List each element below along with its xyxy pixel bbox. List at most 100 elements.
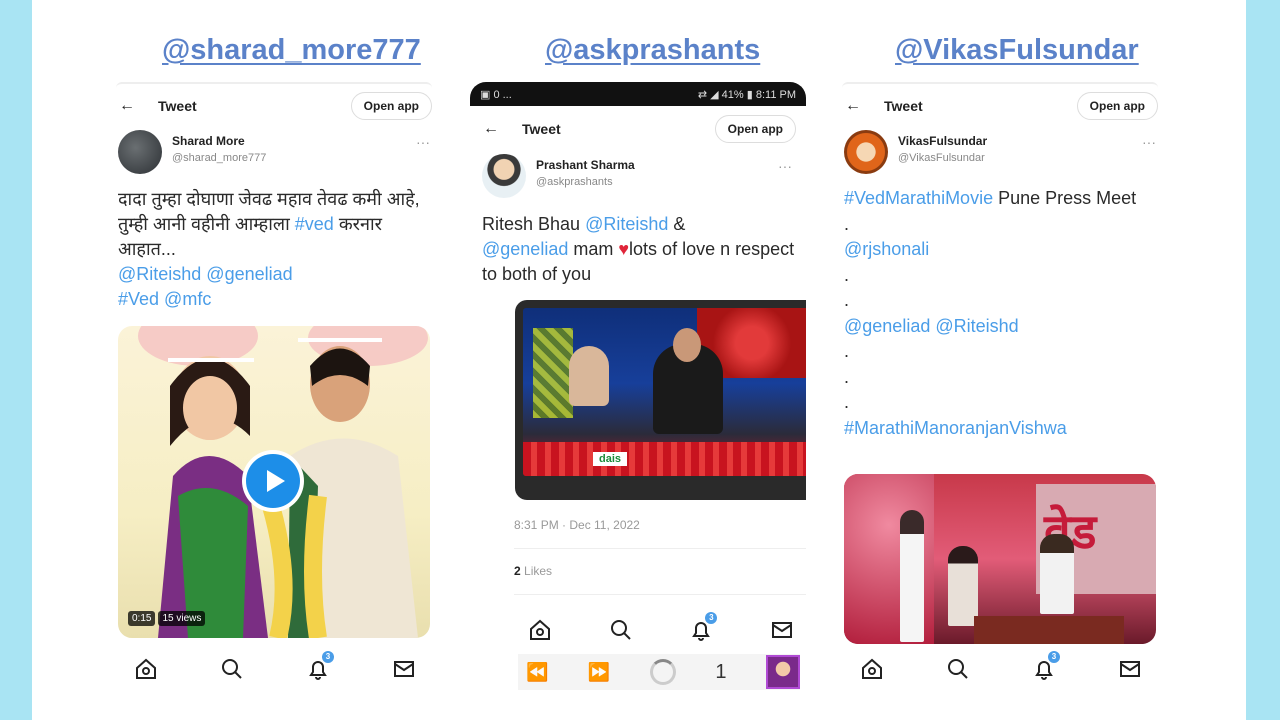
author-handle[interactable]: @VikasFulsundar — [898, 152, 987, 164]
play-button[interactable] — [242, 450, 304, 512]
tweet-photo[interactable]: dais — [515, 300, 806, 500]
back-arrow-icon[interactable]: ← — [842, 97, 864, 115]
video-thumbnail[interactable]: 0:15 15 views — [118, 326, 430, 638]
speaker-2 — [948, 546, 978, 626]
judge-1 — [569, 346, 609, 406]
dot-separator: . — [844, 392, 850, 412]
hashtag-link[interactable]: #MarathiManoranjanVishwa — [844, 418, 1067, 438]
open-app-button[interactable]: Open app — [350, 92, 432, 120]
avatar[interactable] — [118, 130, 162, 174]
fast-forward-icon[interactable]: ⏩ — [588, 662, 610, 683]
dot-separator: . — [844, 341, 850, 361]
play-icon — [246, 454, 300, 508]
tweet-text-part: & — [668, 214, 686, 234]
handle-title-1[interactable]: @sharad_more777 — [162, 34, 421, 67]
dot-separator: . — [844, 213, 850, 234]
browser-bar: ⏪ ⏩ 1 — [518, 654, 800, 690]
home-icon[interactable] — [528, 618, 552, 642]
home-icon[interactable] — [860, 657, 884, 681]
speaker-1 — [900, 510, 924, 642]
mention-link-2[interactable]: @geneliad — [482, 239, 568, 259]
notifications-nav[interactable]: 3 — [306, 651, 334, 681]
tweet-header: ← Tweet Open app — [116, 91, 432, 121]
video-duration: 0:15 — [128, 611, 156, 626]
heart-icon: ♥ — [618, 239, 630, 259]
likes-count: 2 — [514, 564, 521, 578]
open-app-button[interactable]: Open app — [1076, 92, 1158, 120]
avatar[interactable] — [482, 154, 526, 198]
header-title: Tweet — [522, 121, 561, 137]
tweet-card-3: ← Tweet Open app VikasFulsundar @VikasFu… — [842, 82, 1158, 700]
mail-icon[interactable] — [1118, 657, 1142, 681]
author-handle[interactable]: @sharad_more777 — [172, 152, 266, 164]
tweet-profile: Sharad More @sharad_more777 ··· — [118, 130, 432, 174]
author-name[interactable]: Sharad More — [172, 134, 266, 148]
tweet-photo[interactable]: वेड — [844, 474, 1156, 644]
bottom-nav: 3 — [134, 651, 416, 684]
divider — [514, 548, 806, 549]
tags-link[interactable]: #Ved @mfc — [118, 289, 211, 309]
handle-title-2[interactable]: @askprashants — [545, 34, 760, 67]
card-top-edge — [116, 82, 432, 88]
avatar[interactable] — [844, 130, 888, 174]
browser-avatar-icon[interactable] — [765, 655, 800, 689]
notifications-nav[interactable]: 3 — [1032, 651, 1060, 681]
browser-page-count[interactable]: 1 — [715, 661, 726, 684]
mail-icon[interactable] — [392, 657, 416, 681]
card-top-edge — [842, 82, 1158, 88]
dot-separator: . — [844, 264, 850, 285]
hashtag-link[interactable]: #ved — [295, 214, 334, 234]
mentions-link[interactable]: @geneliad @Riteishd — [844, 316, 1019, 336]
notification-badge: 3 — [705, 612, 718, 624]
tweet-text-part: mam — [568, 239, 619, 259]
hashtag-link[interactable]: #VedMarathiMovie — [844, 188, 993, 208]
tweet-timestamp: 8:31 PM · Dec 11, 2022 — [514, 518, 640, 532]
mentions-link[interactable]: @Riteishd @geneliad — [118, 264, 293, 284]
notification-badge: 3 — [322, 651, 334, 663]
bottom-nav: 3 — [528, 612, 794, 644]
video-meta: 0:15 15 views — [128, 611, 206, 626]
author-handle[interactable]: @askprashants — [536, 176, 635, 188]
notifications-nav[interactable]: 3 — [689, 612, 718, 642]
back-arrow-icon[interactable]: ← — [116, 97, 138, 115]
flower-desk — [523, 442, 806, 476]
search-icon[interactable] — [609, 618, 633, 642]
header-title: Tweet — [884, 98, 923, 114]
search-icon[interactable] — [946, 657, 970, 681]
tv-logo: dais — [593, 452, 628, 466]
notification-badge: 3 — [1048, 651, 1060, 663]
more-options-icon[interactable]: ··· — [1142, 134, 1156, 150]
phone-status-bar: ▣ 0 ... ⇄ ◢ 41% ▮ 8:11 PM — [470, 82, 806, 106]
loading-icon — [649, 659, 676, 685]
more-options-icon[interactable]: ··· — [778, 158, 792, 174]
tweet-card-1: ← Tweet Open app Sharad More @sharad_mor… — [116, 82, 432, 700]
tv-screen: dais — [523, 308, 806, 476]
author-name[interactable]: Prashant Sharma — [536, 158, 635, 172]
mention-link[interactable]: @rjshonali — [844, 239, 929, 259]
home-icon[interactable] — [134, 657, 158, 681]
search-icon[interactable] — [220, 657, 244, 681]
tweet-profile: Prashant Sharma @askprashants ··· — [482, 154, 794, 198]
tweet-text: दादा तुम्हा दोघाणा जेवढ महाव तेवढ कमी आह… — [118, 187, 428, 312]
speaker-3 — [1040, 534, 1074, 614]
author-name[interactable]: VikasFulsundar — [898, 134, 987, 148]
tweet-text-part: Pune Press Meet — [993, 188, 1137, 208]
more-options-icon[interactable]: ··· — [416, 134, 430, 150]
handle-title-3[interactable]: @VikasFulsundar — [895, 34, 1139, 67]
header-title: Tweet — [158, 98, 197, 114]
back-arrow-icon[interactable]: ← — [480, 120, 502, 138]
mail-icon[interactable] — [770, 618, 794, 642]
likes-label: Likes — [524, 564, 553, 578]
judge-2-face — [673, 328, 701, 362]
open-app-button[interactable]: Open app — [714, 115, 796, 143]
tweet-card-2: ▣ 0 ... ⇄ ◢ 41% ▮ 8:11 PM ← Tweet Open a… — [470, 82, 806, 700]
tweet-text: #VedMarathiMovie Pune Press Meet . @rjsh… — [844, 186, 1154, 441]
rewind-icon[interactable]: ⏪ — [526, 662, 548, 683]
likes-row[interactable]: 2 Likes — [514, 564, 552, 578]
tweet-header: ← Tweet Open app — [480, 114, 796, 144]
video-views: 15 views — [158, 611, 206, 626]
tweet-text: Ritesh Bhau @Riteishd & @geneliad mam ♥l… — [482, 212, 802, 287]
mention-link-1[interactable]: @Riteishd — [585, 214, 668, 234]
divider — [514, 594, 806, 595]
tweet-text-part: Ritesh Bhau — [482, 214, 586, 234]
